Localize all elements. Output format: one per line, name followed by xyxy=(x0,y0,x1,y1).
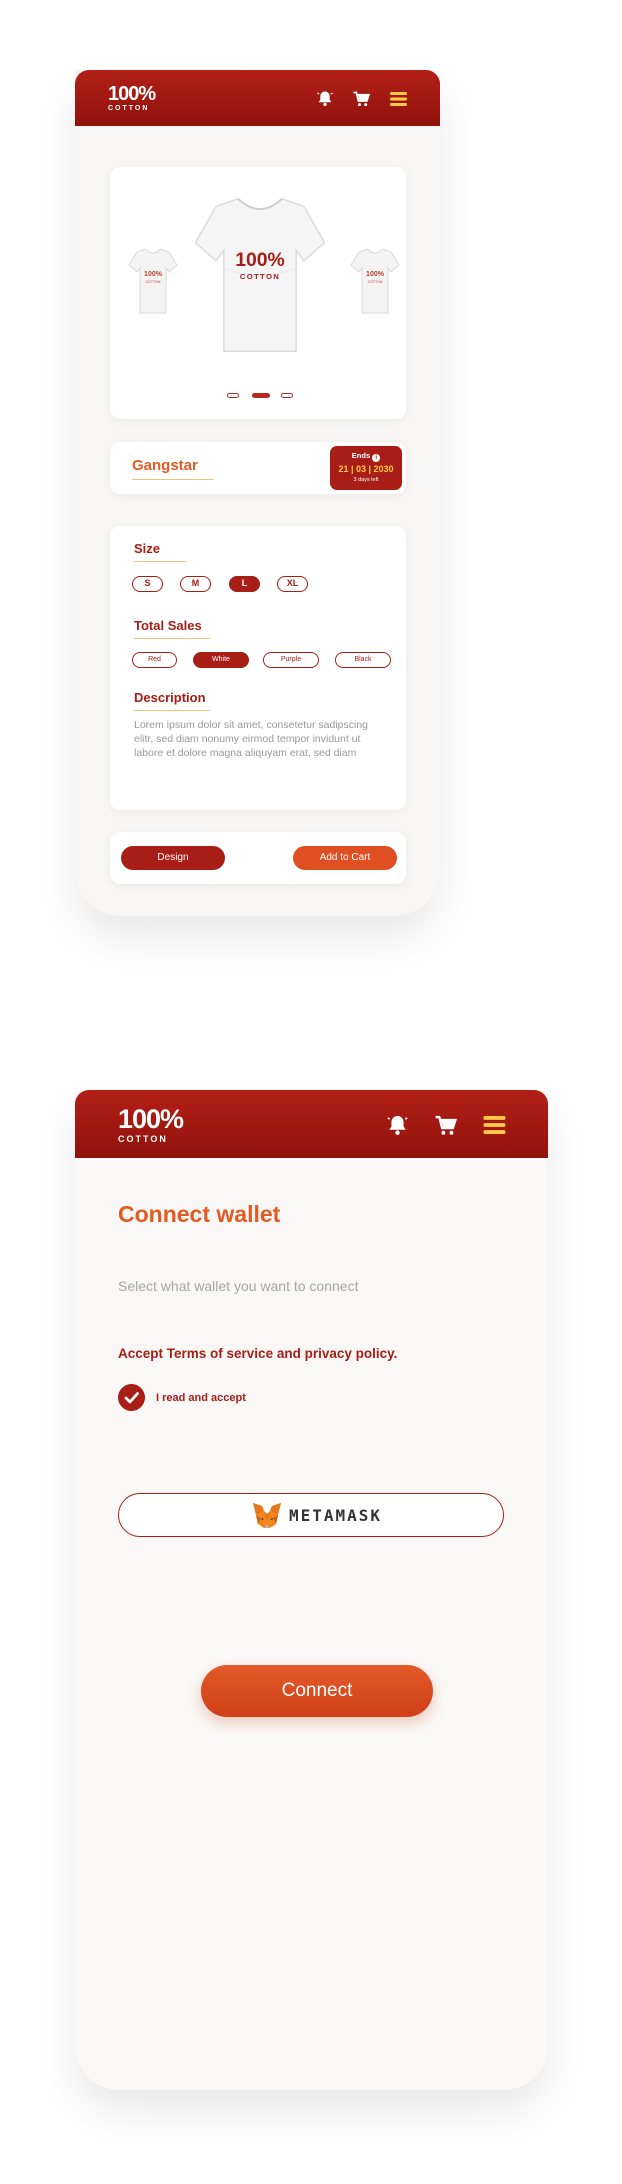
product-image-carousel[interactable]: 100% COTTON 100% COTTON 100% COTTON xyxy=(110,167,406,419)
metamask-wallet-option[interactable]: METAMASK xyxy=(118,1493,504,1537)
bell-icon[interactable] xyxy=(387,1114,408,1136)
brand-logo[interactable]: 100% COTTON xyxy=(118,1104,184,1144)
color-option-white[interactable]: White xyxy=(193,652,249,668)
page-title: Connect wallet xyxy=(118,1201,281,1227)
divider xyxy=(134,710,210,711)
tshirt-main-image: 100% COTTON xyxy=(195,197,325,353)
size-title: Size xyxy=(134,541,161,556)
divider xyxy=(134,561,186,562)
color-option-red[interactable]: Red xyxy=(132,652,177,668)
add-to-cart-button[interactable]: Add to Cart xyxy=(293,846,397,870)
cart-icon[interactable] xyxy=(353,91,370,107)
page-subtitle: Select what wallet you want to connect xyxy=(118,1278,359,1294)
metamask-label: METAMASK xyxy=(289,1506,383,1525)
metamask-fox-icon xyxy=(253,1503,281,1528)
accept-checkbox[interactable] xyxy=(118,1384,145,1411)
logo-sub-text: COTTON xyxy=(118,1134,168,1144)
svg-text:100%: 100% xyxy=(144,271,163,278)
checkbox-label: I read and accept xyxy=(156,1392,246,1404)
info-icon: i xyxy=(372,454,381,462)
countdown-date: 21 | 03 | 2030 xyxy=(338,464,394,474)
size-option-m[interactable]: M xyxy=(180,576,211,592)
svg-text:100%: 100% xyxy=(235,249,285,271)
description-text: Lorem ipsum dolor sit amet, consetetur s… xyxy=(134,719,369,759)
tshirt-thumbnail-left[interactable]: 100% COTTON xyxy=(128,245,178,317)
countdown-label: Ends i xyxy=(330,451,402,462)
size-option-xl[interactable]: XL xyxy=(277,576,308,592)
logo-main-text: 100% xyxy=(118,1104,184,1134)
countdown-remaining: 3 days left xyxy=(353,477,379,483)
connect-wallet-screen: 100% COTTON Connect wallet Select what w… xyxy=(75,1090,548,2090)
menu-icon[interactable] xyxy=(390,92,407,106)
product-name: Gangstar xyxy=(132,457,198,474)
cart-icon[interactable] xyxy=(435,1115,457,1136)
carousel-dot-1[interactable] xyxy=(227,393,239,398)
carousel-dot-2-active[interactable] xyxy=(252,393,270,398)
design-button[interactable]: Design xyxy=(121,846,225,870)
size-option-l[interactable]: L xyxy=(229,576,260,592)
tshirt-thumbnail-right[interactable]: 100% COTTON xyxy=(350,245,400,317)
connect-button[interactable]: Connect xyxy=(201,1665,433,1717)
carousel-dot-3[interactable] xyxy=(281,393,293,398)
app-header: 100% COTTON xyxy=(75,70,440,126)
logo-main-text: 100% xyxy=(108,83,156,105)
terms-link[interactable]: Accept Terms of service and privacy poli… xyxy=(118,1346,397,1361)
checkmark-icon xyxy=(124,1392,139,1404)
action-bar: Design Add to Cart xyxy=(110,832,406,884)
app-header: 100% COTTON xyxy=(75,1090,548,1158)
description-title: Description xyxy=(134,690,206,705)
svg-text:100%: 100% xyxy=(366,271,385,278)
product-name-card: Gangstar Ends i 21 | 03 | 2030 3 days le… xyxy=(110,442,406,494)
bell-icon[interactable] xyxy=(317,90,333,107)
product-screen: 100% COTTON 100% COTTON 100% COTTON 100%… xyxy=(75,70,440,916)
countdown-badge: Ends i 21 | 03 | 2030 3 days left xyxy=(330,446,402,490)
size-option-s[interactable]: S xyxy=(132,576,163,592)
svg-text:COTTON: COTTON xyxy=(368,280,383,284)
svg-text:COTTON: COTTON xyxy=(146,280,161,284)
menu-icon[interactable] xyxy=(483,1116,506,1134)
divider xyxy=(132,479,214,480)
color-option-black[interactable]: Black xyxy=(335,652,391,668)
product-options-card: Size S M L XL Total Sales Red White Purp… xyxy=(110,526,406,810)
color-option-purple[interactable]: Purple xyxy=(263,652,319,668)
divider xyxy=(134,638,210,639)
logo-sub-text: COTTON xyxy=(108,105,150,112)
total-sales-title: Total Sales xyxy=(134,618,202,633)
svg-text:COTTON: COTTON xyxy=(240,272,280,281)
brand-logo[interactable]: 100% COTTON xyxy=(108,83,156,112)
